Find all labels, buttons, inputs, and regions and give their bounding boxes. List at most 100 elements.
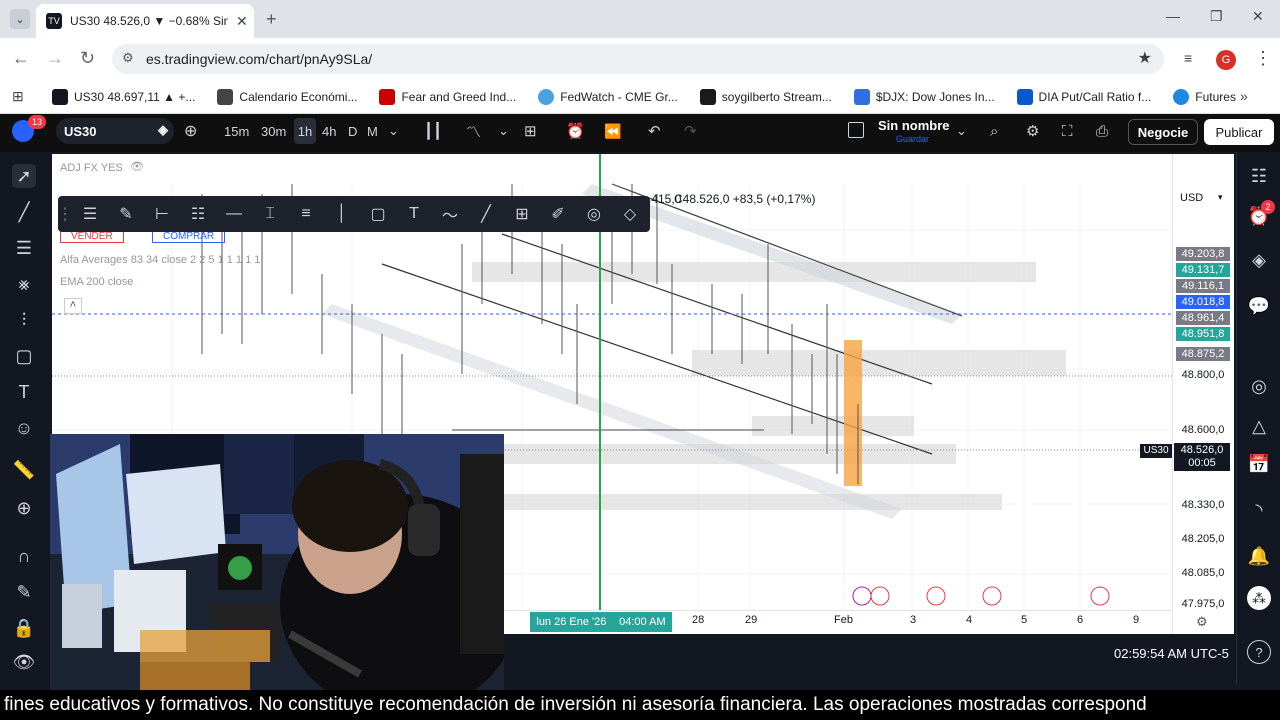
- price-axis[interactable]: [1172, 154, 1234, 634]
- candle-type-icon[interactable]: ┃┃: [424, 120, 442, 142]
- path-icon[interactable]: 〜: [432, 200, 468, 228]
- fib-retracement-icon[interactable]: ☰: [12, 236, 36, 260]
- timeframe-dropdown-icon[interactable]: ⌄: [388, 120, 399, 142]
- browser-tab[interactable]: TV US30 48.526,0 ▼ −0.68% Sin nc ✕: [36, 4, 254, 38]
- stay-drawing-icon[interactable]: ✎: [12, 580, 36, 604]
- layout-checkbox[interactable]: [848, 122, 864, 138]
- browser-menu-icon[interactable]: ⋮: [1254, 48, 1272, 69]
- bookmark-item[interactable]: soygilberto Stream...: [699, 88, 832, 105]
- chat-icon[interactable]: 💬: [1247, 294, 1271, 318]
- horizontal-line-icon[interactable]: —: [216, 200, 252, 228]
- more-apps-grid-icon[interactable]: ⁂: [1247, 586, 1271, 610]
- tab-search-button[interactable]: ⌄: [10, 9, 30, 29]
- drag-handle-icon[interactable]: ⋮: [57, 200, 73, 228]
- media-control-icon[interactable]: ≡: [1184, 50, 1192, 66]
- trade-button[interactable]: Negocie: [1128, 119, 1198, 145]
- timeframe-1h[interactable]: 1h: [294, 118, 316, 144]
- apps-grid-icon[interactable]: ⊞: [12, 88, 24, 105]
- symbol-search-input[interactable]: US30 ◈: [56, 118, 174, 144]
- pattern-icon[interactable]: ⨳: [12, 272, 36, 296]
- layout-grid-icon[interactable]: ⊞: [524, 120, 537, 142]
- emoji-icon[interactable]: ☺: [12, 416, 36, 440]
- vertical-line-icon[interactable]: │: [324, 200, 360, 228]
- redo-icon[interactable]: ↷: [684, 120, 697, 142]
- shapes-icon[interactable]: ▢: [12, 344, 36, 368]
- close-tab-icon[interactable]: ✕: [236, 13, 248, 30]
- currency-selector[interactable]: USD: [1180, 192, 1203, 204]
- bookmark-item[interactable]: Futures: [1173, 88, 1236, 105]
- object-tree-icon[interactable]: ◈: [1247, 248, 1271, 272]
- new-tab-button[interactable]: +: [266, 9, 277, 30]
- magnet-icon[interactable]: ∩: [12, 544, 36, 568]
- help-icon[interactable]: ?: [1247, 640, 1271, 664]
- fib-tool-icon[interactable]: ☰: [72, 200, 108, 228]
- minimize-button[interactable]: —: [1166, 8, 1180, 24]
- compare-symbol-icon[interactable]: ⊕: [184, 120, 197, 142]
- reload-icon[interactable]: ↻: [80, 48, 95, 69]
- indicators-icon[interactable]: 〽: [466, 120, 481, 142]
- bookmark-star-icon[interactable]: ★: [1138, 48, 1152, 68]
- settings-gear-icon[interactable]: ⚙: [1026, 120, 1039, 142]
- bookmark-item[interactable]: $DJX: Dow Jones In...: [853, 88, 995, 105]
- indicators-dropdown-icon[interactable]: ⌄: [498, 120, 509, 142]
- alert-add-icon[interactable]: ⏰: [566, 120, 585, 142]
- cursor-icon[interactable]: ➚: [12, 164, 36, 188]
- notifications-bell-icon[interactable]: 🔔: [1247, 544, 1271, 568]
- calendar-icon[interactable]: 📅: [1247, 452, 1271, 476]
- bookmark-item[interactable]: Calendario Económi...: [217, 88, 357, 105]
- timeframe-30m[interactable]: 30m: [261, 120, 286, 142]
- rectangle-icon[interactable]: ▢: [360, 200, 396, 228]
- fullscreen-icon[interactable]: ⛶: [1062, 120, 1073, 142]
- chart-settings-icon[interactable]: ⚙: [1196, 614, 1208, 630]
- bookmark-item[interactable]: DIA Put/Call Ratio f...: [1016, 88, 1151, 105]
- trend-line-icon[interactable]: ╱: [12, 200, 36, 224]
- bookmark-item[interactable]: FedWatch - CME Gr...: [538, 88, 678, 105]
- parallel-channel-icon[interactable]: ☷: [180, 200, 216, 228]
- zoom-in-icon[interactable]: ⊕: [12, 496, 36, 520]
- bookmark-item[interactable]: US30 48.697,11 ▲ +...: [52, 88, 195, 105]
- currency-dropdown-icon[interactable]: ▾: [1218, 192, 1223, 203]
- more-bookmarks-icon[interactable]: »: [1240, 88, 1248, 104]
- grid-icon[interactable]: ⊞: [504, 200, 540, 228]
- timeframe-d[interactable]: D: [348, 120, 357, 142]
- hide-drawings-icon[interactable]: 👁: [12, 650, 36, 674]
- pen-icon[interactable]: ✐: [540, 200, 576, 228]
- timezone-clock[interactable]: 02:59:54 AM UTC-5: [1114, 646, 1229, 661]
- back-icon[interactable]: ←: [12, 48, 30, 69]
- hotlists-icon[interactable]: ◎: [1247, 374, 1271, 398]
- ideas-icon[interactable]: △: [1247, 414, 1271, 438]
- site-info-icon[interactable]: ⚙: [122, 50, 134, 66]
- close-window-button[interactable]: ✕: [1252, 8, 1264, 25]
- quick-search-icon[interactable]: ⌕: [990, 120, 998, 142]
- timeframe-4h[interactable]: 4h: [322, 120, 336, 142]
- publish-button[interactable]: Publicar: [1204, 119, 1274, 145]
- timeframe-m[interactable]: M: [367, 120, 378, 142]
- ray-icon[interactable]: ╱: [468, 200, 504, 228]
- undo-icon[interactable]: ↶: [648, 120, 661, 142]
- text-icon[interactable]: T: [396, 200, 432, 228]
- text-tool-icon[interactable]: T: [12, 380, 36, 404]
- collapse-legend-icon[interactable]: ˄: [64, 298, 82, 314]
- brush-icon[interactable]: ✎: [108, 200, 144, 228]
- bookmark-item[interactable]: Fear and Greed Ind...: [379, 88, 516, 105]
- text-cursor-icon[interactable]: ⌶: [252, 200, 288, 228]
- forecast-icon[interactable]: ⫶: [12, 308, 36, 332]
- url-input[interactable]: ⚙ es.tradingview.com/chart/pnAy9SLa/ ★: [112, 44, 1164, 74]
- profile-avatar[interactable]: G: [1216, 50, 1236, 70]
- news-feed-icon[interactable]: ◝: [1247, 498, 1271, 522]
- layout-name[interactable]: Sin nombre: [878, 118, 950, 133]
- diamond-icon[interactable]: ◇: [612, 200, 648, 228]
- h-ray-icon[interactable]: ⊢: [144, 200, 180, 228]
- eye-icon[interactable]: 👁: [130, 160, 144, 173]
- camera-snapshot-icon[interactable]: ⎙: [1096, 120, 1108, 142]
- layout-dropdown-icon[interactable]: ⌄: [956, 120, 967, 142]
- maximize-button[interactable]: ❐: [1210, 8, 1223, 25]
- lock-icon[interactable]: 🔒: [12, 616, 36, 640]
- watchlist-icon[interactable]: ☷: [1247, 164, 1271, 188]
- timeframe-15m[interactable]: 15m: [224, 120, 249, 142]
- forward-icon[interactable]: →: [46, 48, 64, 69]
- ruler-icon[interactable]: 📏: [12, 458, 36, 482]
- fib-channel-icon[interactable]: ≡: [288, 200, 324, 228]
- replay-icon[interactable]: ⏪: [604, 120, 621, 142]
- circle-icon[interactable]: ◎: [576, 200, 612, 228]
